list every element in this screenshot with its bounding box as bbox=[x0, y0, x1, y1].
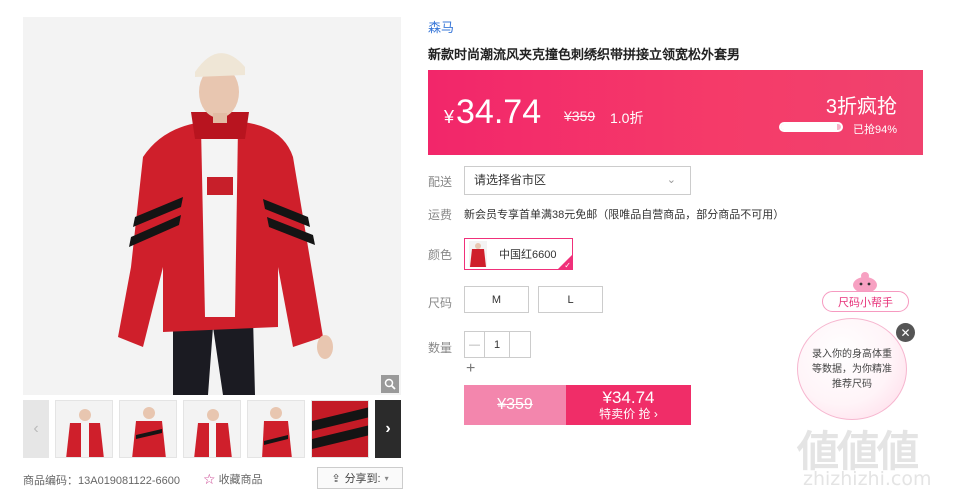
chevron-left-icon: ‹ bbox=[33, 420, 39, 437]
share-icon: ⇪ bbox=[331, 472, 341, 485]
thumbnail-image bbox=[56, 401, 112, 457]
chevron-down-icon: ⌄ bbox=[666, 174, 676, 186]
mascot-icon bbox=[853, 272, 877, 293]
star-icon: ☆ bbox=[203, 471, 216, 487]
original-price: ¥359 bbox=[564, 108, 596, 124]
quantity-stepper: — 1 bbox=[464, 331, 531, 358]
promo-banner: ¥34.74 ¥359 1.0折 3折疯抢 已抢94% bbox=[428, 70, 923, 155]
buy-buttons: ¥359 ¥34.74 特卖价 抢 › bbox=[464, 385, 691, 425]
chevron-right-icon: › bbox=[653, 407, 658, 421]
quantity-label: 数量 bbox=[428, 341, 453, 355]
sold-percent: 已抢94% bbox=[852, 124, 897, 136]
region-select-value: 请选择省市区 bbox=[474, 173, 547, 187]
gallery-meta-row: 商品编码：13A019081122-6600 ☆ 收藏商品 ⇪ 分享到: ▾ bbox=[23, 467, 403, 491]
current-price: ¥34.74 bbox=[444, 92, 541, 137]
product-title: 新款时尚潮流风夹克撞色刺绣织带拼接立领宽松外套男 bbox=[428, 47, 741, 62]
favorite-label: 收藏商品 bbox=[218, 474, 263, 486]
current-price-value: 34.74 bbox=[456, 93, 542, 131]
currency-symbol: ¥ bbox=[444, 107, 455, 127]
watermark-url: zhizhizhi.com bbox=[803, 468, 932, 490]
size-label: 尺码 bbox=[428, 296, 453, 310]
thumbnail-image bbox=[184, 401, 240, 457]
color-option-label: 中国红6600 bbox=[499, 249, 557, 261]
thumbnail[interactable] bbox=[311, 400, 369, 458]
sku-code: 商品编码：13A019081122-6600 bbox=[23, 475, 180, 487]
delivery-label: 配送 bbox=[428, 175, 453, 189]
sold-progress-bar bbox=[779, 122, 843, 132]
flash-buy-button[interactable]: ¥34.74 特卖价 抢 › bbox=[566, 385, 691, 425]
check-icon: ✓ bbox=[564, 261, 571, 270]
thumbnail-image bbox=[248, 401, 304, 457]
thumbnail-strip: ‹ › bbox=[23, 400, 401, 458]
caret-down-icon: ▾ bbox=[384, 473, 389, 483]
model-jacket-illustration bbox=[23, 17, 401, 395]
thumbnail[interactable] bbox=[247, 400, 305, 458]
size-helper-tag[interactable]: 尺码小帮手 bbox=[822, 291, 909, 312]
flash-sale-title: 3折疯抢 bbox=[825, 96, 897, 118]
color-swatch-image bbox=[469, 241, 487, 267]
quantity-increase-button[interactable]: + bbox=[466, 360, 475, 378]
region-select[interactable]: 请选择省市区 ⌄ bbox=[464, 166, 691, 195]
color-option-selected[interactable]: 中国红6600 ✓ bbox=[464, 238, 573, 270]
chevron-right-icon: › bbox=[385, 420, 391, 437]
flash-buy-label: 特卖价 抢 › bbox=[599, 407, 658, 421]
size-helper-bubble[interactable]: 录入你的身高体重等数据，为你精准推荐尺码 bbox=[797, 318, 907, 420]
quantity-input[interactable]: 1 bbox=[485, 331, 509, 358]
thumbnail[interactable] bbox=[119, 400, 177, 458]
quantity-stepper-end bbox=[509, 331, 531, 358]
thumbnail[interactable] bbox=[183, 400, 241, 458]
thumbnail-image bbox=[312, 401, 368, 457]
flash-buy-price: ¥34.74 bbox=[602, 388, 655, 407]
color-label: 颜色 bbox=[428, 248, 453, 262]
thumb-prev-button[interactable]: ‹ bbox=[23, 400, 49, 458]
share-button[interactable]: ⇪ 分享到: ▾ bbox=[317, 467, 403, 489]
normal-price-button[interactable]: ¥359 bbox=[464, 385, 566, 425]
zoom-icon[interactable] bbox=[381, 375, 399, 393]
quantity-decrease-button[interactable]: — bbox=[464, 331, 485, 358]
shipping-info: 新会员专享首单满38元免邮（限唯品自营商品，部分商品不可用） bbox=[464, 209, 785, 221]
close-icon[interactable]: ✕ bbox=[896, 323, 915, 342]
size-option-m[interactable]: M bbox=[464, 286, 529, 313]
main-product-photo[interactable] bbox=[23, 17, 401, 395]
shipping-label: 运费 bbox=[428, 208, 453, 222]
size-option-l[interactable]: L bbox=[538, 286, 603, 313]
brand-link[interactable]: 森马 bbox=[428, 17, 454, 36]
sold-progress-fill bbox=[781, 124, 838, 130]
share-label: 分享到: bbox=[344, 473, 381, 485]
thumbnail-image bbox=[120, 401, 176, 457]
thumbnail[interactable] bbox=[55, 400, 113, 458]
discount-rate: 1.0折 bbox=[610, 110, 644, 126]
favorite-button[interactable]: ☆ 收藏商品 bbox=[203, 471, 263, 487]
thumb-next-button[interactable]: › bbox=[375, 400, 401, 458]
